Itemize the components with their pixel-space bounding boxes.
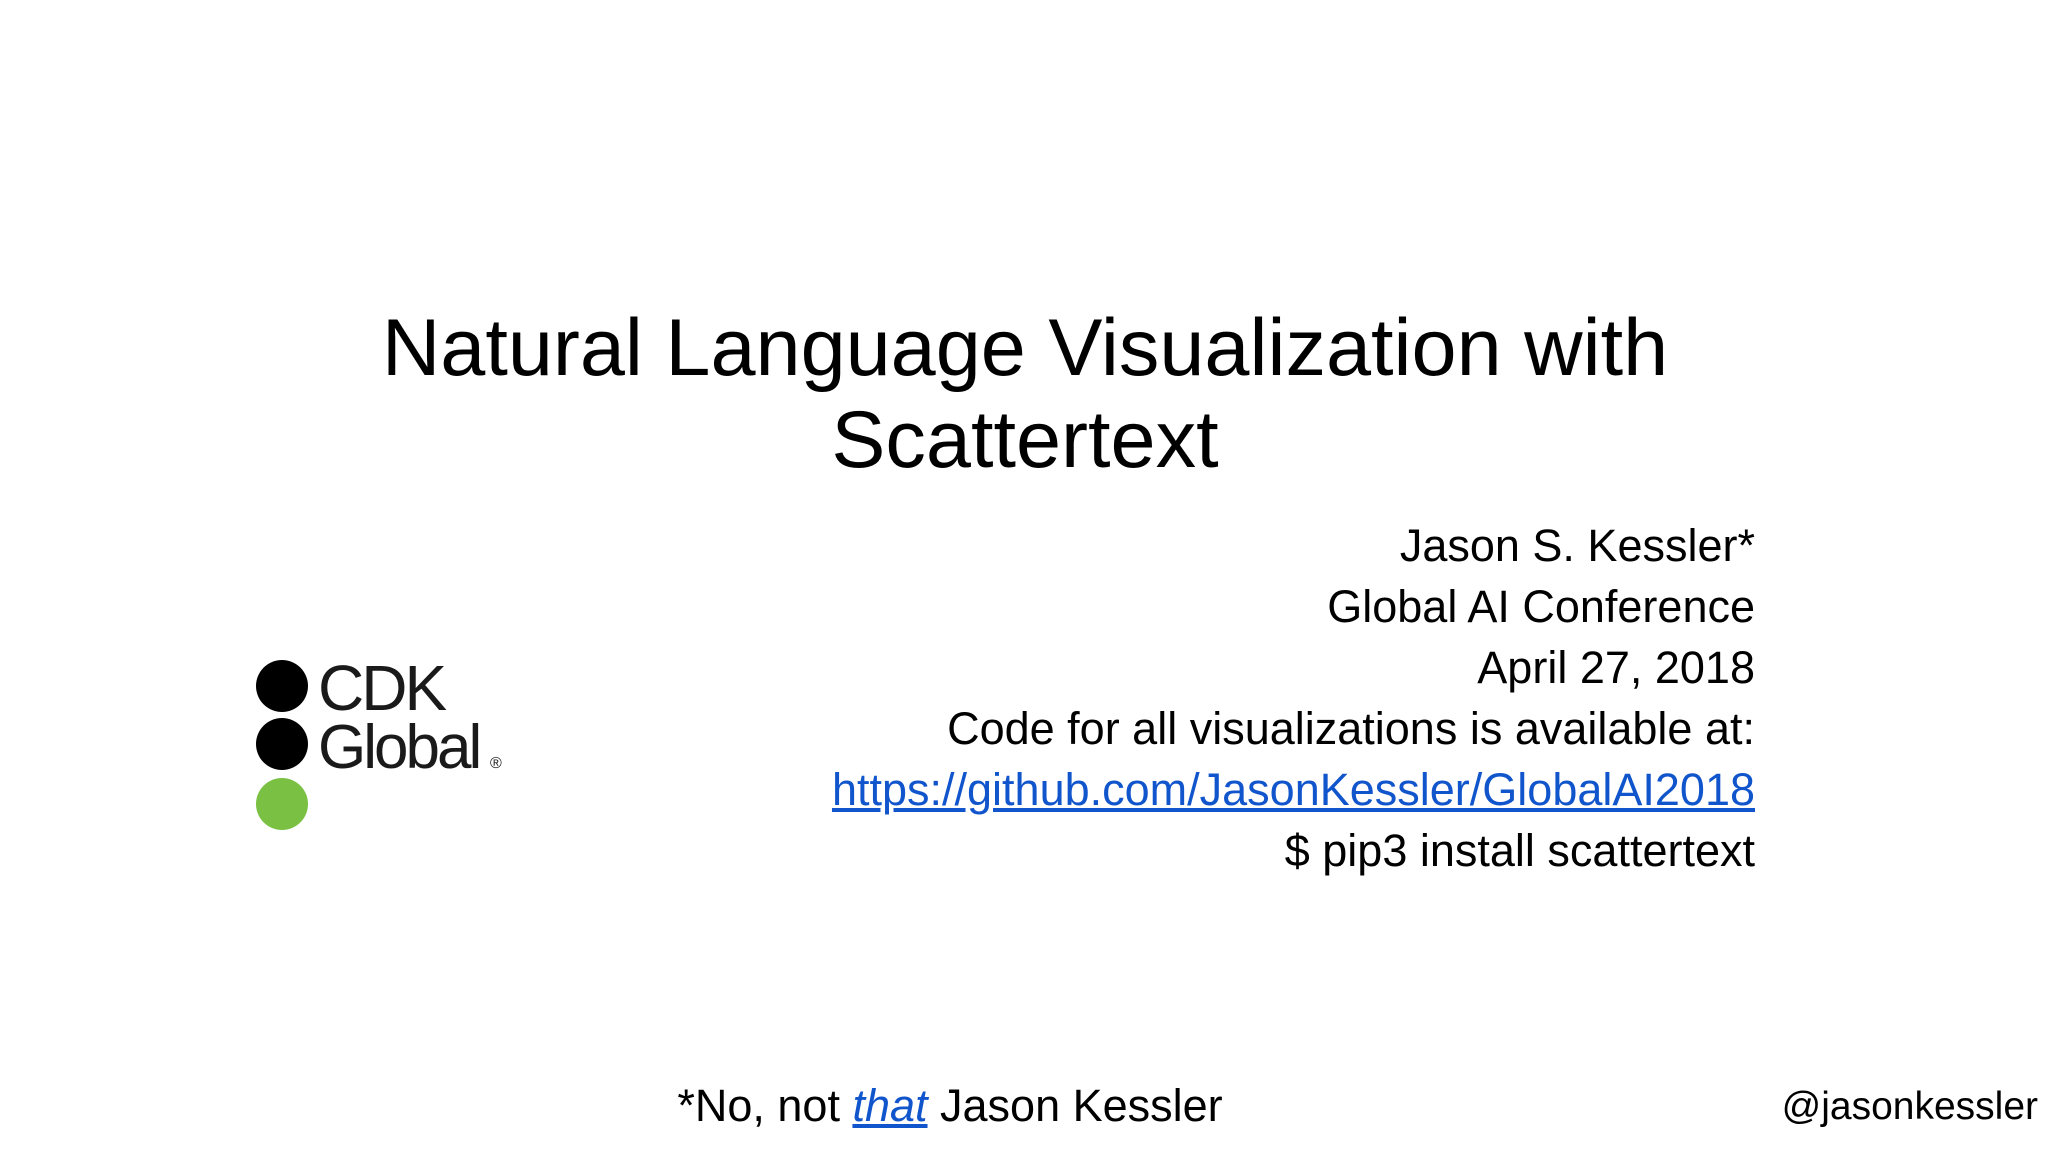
logo-dot-1 bbox=[256, 660, 308, 712]
logo-text-global: Global bbox=[318, 713, 479, 782]
twitter-handle: @jasonkessler bbox=[1781, 1085, 2038, 1128]
logo-registered-mark: ® bbox=[490, 755, 502, 772]
footnote-that-link[interactable]: that bbox=[852, 1080, 927, 1131]
footnote-emphasis: that bbox=[852, 1080, 928, 1131]
repo-link-row: https://github.com/JasonKessler/GlobalAI… bbox=[555, 759, 1755, 820]
footnote-suffix: Jason Kessler bbox=[927, 1080, 1223, 1131]
presentation-date: April 27, 2018 bbox=[1477, 642, 1755, 693]
slide-title-line-1: Natural Language Visualization with bbox=[381, 303, 1669, 393]
slide-title: Natural Language Visualization with Scat… bbox=[220, 302, 1830, 486]
cdk-global-logo: CDK Global ® bbox=[256, 658, 502, 830]
logo-dot-2 bbox=[256, 718, 308, 770]
footnote: *No, not that Jason Kessler bbox=[600, 1078, 1300, 1134]
slide-title-line-2: Scattertext bbox=[831, 395, 1219, 485]
presentation-details: Jason S. Kessler* Global AI Conference A… bbox=[555, 515, 1755, 881]
conference-name: Global AI Conference bbox=[1327, 581, 1755, 632]
install-command: $ pip3 install scattertext bbox=[1284, 825, 1755, 876]
footnote-prefix: *No, not bbox=[677, 1080, 853, 1131]
author-name: Jason S. Kessler* bbox=[1399, 520, 1755, 571]
github-repo-link[interactable]: https://github.com/JasonKessler/GlobalAI… bbox=[832, 764, 1755, 815]
code-availability-note: Code for all visualizations is available… bbox=[947, 703, 1755, 754]
slide: Natural Language Visualization with Scat… bbox=[0, 0, 2048, 1152]
logo-dot-3 bbox=[256, 778, 308, 830]
